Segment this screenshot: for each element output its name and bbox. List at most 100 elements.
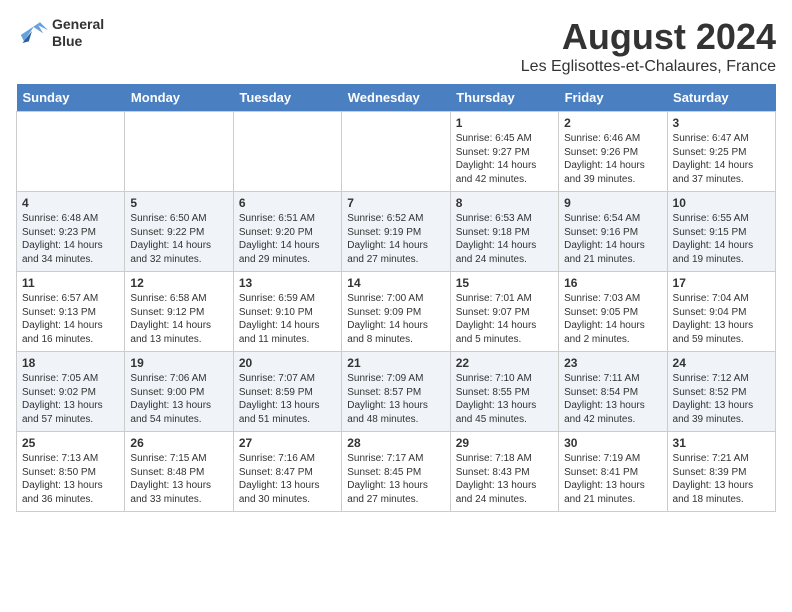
day-number: 17: [673, 276, 770, 290]
day-header-monday: Monday: [125, 84, 233, 112]
cell-content: Sunrise: 7:00 AM Sunset: 9:09 PM Dayligh…: [347, 292, 444, 346]
calendar-cell: 27 Sunrise: 7:16 AM Sunset: 8:47 PM Dayli…: [233, 432, 341, 512]
calendar-cell: 6 Sunrise: 6:51 AM Sunset: 9:20 PM Daylig…: [233, 192, 341, 272]
day-number: 6: [239, 196, 336, 210]
cell-content: Sunrise: 7:03 AM Sunset: 9:05 PM Dayligh…: [564, 292, 661, 346]
cell-content: Sunrise: 6:51 AM Sunset: 9:20 PM Dayligh…: [239, 212, 336, 266]
day-number: 11: [22, 276, 119, 290]
cell-content: Sunrise: 7:13 AM Sunset: 8:50 PM Dayligh…: [22, 452, 119, 506]
day-number: 3: [673, 116, 770, 130]
calendar-cell: 4Sunrise: 6:48 AM Sunset: 9:23 PM Daylig…: [17, 192, 125, 272]
day-header-tuesday: Tuesday: [233, 84, 341, 112]
cell-content: Sunrise: 7:18 AM Sunset: 8:43 PM Dayligh…: [456, 452, 553, 506]
day-number: 28: [347, 436, 444, 450]
page-header: General Blue August 2024 Les Eglisottes-…: [16, 16, 776, 76]
cell-content: Sunrise: 7:16 AM Sunset: 8:47 PM Dayligh…: [239, 452, 336, 506]
calendar-cell: [17, 112, 125, 192]
week-row-4: 18 Sunrise: 7:05 AM Sunset: 9:02 PM Dayli…: [17, 352, 776, 432]
calendar-cell: 16 Sunrise: 7:03 AM Sunset: 9:05 PM Dayli…: [559, 272, 667, 352]
logo-line1: General: [52, 16, 104, 33]
cell-content: Sunrise: 7:11 AM Sunset: 8:54 PM Dayligh…: [564, 372, 661, 426]
day-number: 8: [456, 196, 553, 210]
calendar-cell: 5 Sunrise: 6:50 AM Sunset: 9:22 PM Daylig…: [125, 192, 233, 272]
day-number: 18: [22, 356, 119, 370]
cell-content: Sunrise: 7:06 AM Sunset: 9:00 PM Dayligh…: [130, 372, 227, 426]
day-number: 10: [673, 196, 770, 210]
cell-content: Sunrise: 7:21 AM Sunset: 8:39 PM Dayligh…: [673, 452, 770, 506]
cell-content: Sunrise: 7:12 AM Sunset: 8:52 PM Dayligh…: [673, 372, 770, 426]
calendar-cell: 10Sunrise: 6:55 AM Sunset: 9:15 PM Dayli…: [667, 192, 775, 272]
week-row-1: 1Sunrise: 6:45 AM Sunset: 9:27 PM Daylig…: [17, 112, 776, 192]
day-header-saturday: Saturday: [667, 84, 775, 112]
day-number: 7: [347, 196, 444, 210]
cell-content: Sunrise: 7:05 AM Sunset: 9:02 PM Dayligh…: [22, 372, 119, 426]
day-number: 5: [130, 196, 227, 210]
day-number: 27: [239, 436, 336, 450]
day-number: 2: [564, 116, 661, 130]
cell-content: Sunrise: 7:01 AM Sunset: 9:07 PM Dayligh…: [456, 292, 553, 346]
calendar-cell: 24 Sunrise: 7:12 AM Sunset: 8:52 PM Dayli…: [667, 352, 775, 432]
calendar-cell: 1Sunrise: 6:45 AM Sunset: 9:27 PM Daylig…: [450, 112, 558, 192]
calendar-cell: 19 Sunrise: 7:06 AM Sunset: 9:00 PM Dayli…: [125, 352, 233, 432]
calendar-cell: 29 Sunrise: 7:18 AM Sunset: 8:43 PM Dayli…: [450, 432, 558, 512]
day-number: 26: [130, 436, 227, 450]
calendar-cell: [125, 112, 233, 192]
calendar-cell: 8 Sunrise: 6:53 AM Sunset: 9:18 PM Daylig…: [450, 192, 558, 272]
calendar-cell: 18 Sunrise: 7:05 AM Sunset: 9:02 PM Dayli…: [17, 352, 125, 432]
cell-content: Sunrise: 7:10 AM Sunset: 8:55 PM Dayligh…: [456, 372, 553, 426]
day-number: 14: [347, 276, 444, 290]
day-header-friday: Friday: [559, 84, 667, 112]
calendar-cell: 12 Sunrise: 6:58 AM Sunset: 9:12 PM Dayli…: [125, 272, 233, 352]
cell-content: Sunrise: 7:09 AM Sunset: 8:57 PM Dayligh…: [347, 372, 444, 426]
calendar-cell: 20 Sunrise: 7:07 AM Sunset: 8:59 PM Dayli…: [233, 352, 341, 432]
cell-content: Sunrise: 6:48 AM Sunset: 9:23 PM Dayligh…: [22, 212, 119, 266]
calendar-cell: [342, 112, 450, 192]
day-header-wednesday: Wednesday: [342, 84, 450, 112]
day-number: 20: [239, 356, 336, 370]
calendar-cell: 31 Sunrise: 7:21 AM Sunset: 8:39 PM Dayli…: [667, 432, 775, 512]
calendar-cell: 23 Sunrise: 7:11 AM Sunset: 8:54 PM Dayli…: [559, 352, 667, 432]
day-number: 23: [564, 356, 661, 370]
cell-content: Sunrise: 7:07 AM Sunset: 8:59 PM Dayligh…: [239, 372, 336, 426]
day-number: 25: [22, 436, 119, 450]
day-number: 19: [130, 356, 227, 370]
calendar-cell: 11 Sunrise: 6:57 AM Sunset: 9:13 PM Dayli…: [17, 272, 125, 352]
cell-content: Sunrise: 7:15 AM Sunset: 8:48 PM Dayligh…: [130, 452, 227, 506]
cell-content: Sunrise: 7:04 AM Sunset: 9:04 PM Dayligh…: [673, 292, 770, 346]
day-header-sunday: Sunday: [17, 84, 125, 112]
cell-content: Sunrise: 6:45 AM Sunset: 9:27 PM Dayligh…: [456, 132, 553, 186]
week-row-5: 25 Sunrise: 7:13 AM Sunset: 8:50 PM Dayli…: [17, 432, 776, 512]
logo-line2: Blue: [52, 33, 104, 50]
cell-content: Sunrise: 6:57 AM Sunset: 9:13 PM Dayligh…: [22, 292, 119, 346]
cell-content: Sunrise: 6:47 AM Sunset: 9:25 PM Dayligh…: [673, 132, 770, 186]
day-number: 9: [564, 196, 661, 210]
calendar-cell: 30 Sunrise: 7:19 AM Sunset: 8:41 PM Dayli…: [559, 432, 667, 512]
day-number: 29: [456, 436, 553, 450]
day-number: 13: [239, 276, 336, 290]
calendar-cell: 14 Sunrise: 7:00 AM Sunset: 9:09 PM Dayli…: [342, 272, 450, 352]
day-number: 31: [673, 436, 770, 450]
calendar-cell: 3 Sunrise: 6:47 AM Sunset: 9:25 PM Daylig…: [667, 112, 775, 192]
cell-content: Sunrise: 6:58 AM Sunset: 9:12 PM Dayligh…: [130, 292, 227, 346]
cell-content: Sunrise: 6:50 AM Sunset: 9:22 PM Dayligh…: [130, 212, 227, 266]
calendar-cell: 22Sunrise: 7:10 AM Sunset: 8:55 PM Dayli…: [450, 352, 558, 432]
cell-content: Sunrise: 6:53 AM Sunset: 9:18 PM Dayligh…: [456, 212, 553, 266]
calendar-cell: 9Sunrise: 6:54 AM Sunset: 9:16 PM Daylig…: [559, 192, 667, 272]
cell-content: Sunrise: 7:17 AM Sunset: 8:45 PM Dayligh…: [347, 452, 444, 506]
day-number: 15: [456, 276, 553, 290]
logo-icon: [16, 19, 48, 47]
week-row-3: 11 Sunrise: 6:57 AM Sunset: 9:13 PM Dayli…: [17, 272, 776, 352]
calendar-cell: 2 Sunrise: 6:46 AM Sunset: 9:26 PM Daylig…: [559, 112, 667, 192]
days-header-row: SundayMondayTuesdayWednesdayThursdayFrid…: [17, 84, 776, 112]
cell-content: Sunrise: 7:19 AM Sunset: 8:41 PM Dayligh…: [564, 452, 661, 506]
calendar-cell: 25 Sunrise: 7:13 AM Sunset: 8:50 PM Dayli…: [17, 432, 125, 512]
cell-content: Sunrise: 6:46 AM Sunset: 9:26 PM Dayligh…: [564, 132, 661, 186]
day-number: 24: [673, 356, 770, 370]
day-number: 16: [564, 276, 661, 290]
day-number: 12: [130, 276, 227, 290]
calendar-cell: 28 Sunrise: 7:17 AM Sunset: 8:45 PM Dayli…: [342, 432, 450, 512]
week-row-2: 4Sunrise: 6:48 AM Sunset: 9:23 PM Daylig…: [17, 192, 776, 272]
calendar-table: SundayMondayTuesdayWednesdayThursdayFrid…: [16, 84, 776, 512]
day-number: 30: [564, 436, 661, 450]
cell-content: Sunrise: 6:59 AM Sunset: 9:10 PM Dayligh…: [239, 292, 336, 346]
